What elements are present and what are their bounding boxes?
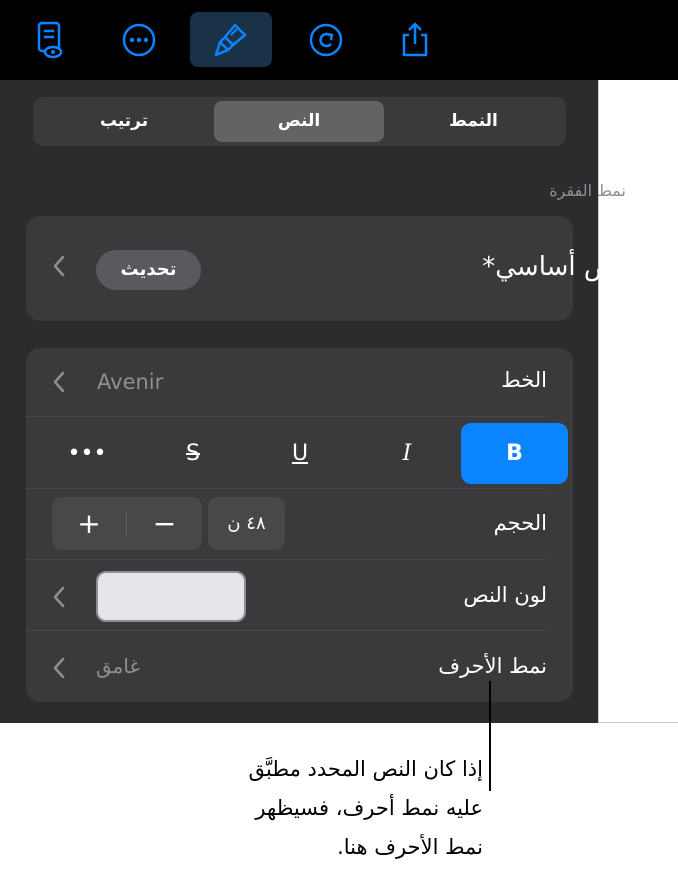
callout-line xyxy=(489,681,491,791)
share-icon[interactable] xyxy=(374,12,456,67)
character-style-label: نمط الأحرف xyxy=(438,654,547,678)
size-decrease-button[interactable]: − xyxy=(127,497,202,550)
font-label: الخط xyxy=(501,368,547,392)
underline-button[interactable]: U xyxy=(265,423,335,484)
chevron-left-icon[interactable] xyxy=(52,656,66,686)
divider xyxy=(26,559,547,560)
callout-line-1: إذا كان النص المحدد مطبَّق xyxy=(248,757,483,781)
italic-button[interactable]: I xyxy=(372,423,442,484)
bold-button[interactable]: B xyxy=(461,423,568,484)
size-increase-button[interactable]: + xyxy=(52,497,126,550)
character-style-value[interactable]: غامق xyxy=(96,654,140,678)
document-canvas-edge xyxy=(598,80,678,723)
tab-arrange[interactable]: ترتيب xyxy=(37,101,211,142)
text-color-swatch[interactable] xyxy=(96,571,246,622)
update-style-button[interactable]: تحديث xyxy=(96,250,201,290)
size-stepper: + − xyxy=(52,497,202,550)
text-color-label: لون النص xyxy=(463,583,547,607)
chevron-left-icon[interactable] xyxy=(52,370,66,400)
chevron-left-icon[interactable] xyxy=(52,585,66,615)
strikethrough-button[interactable]: S xyxy=(158,423,228,484)
format-tabs: النمط النص ترتيب xyxy=(33,97,566,146)
format-brush-icon[interactable] xyxy=(190,12,272,67)
paragraph-style-heading: نمط الفقرة xyxy=(549,181,626,200)
divider xyxy=(26,416,547,417)
callout-line-2: عليه نمط أحرف، فسيظهر xyxy=(255,796,483,820)
toolbar xyxy=(0,0,678,80)
callout-text: إذا كان النص المحدد مطبَّق عليه نمط أحرف… xyxy=(163,750,483,867)
tab-style[interactable]: النمط xyxy=(385,101,562,142)
undo-icon[interactable] xyxy=(285,12,367,67)
divider xyxy=(26,630,547,631)
font-size-value[interactable]: ٤٨ ن xyxy=(208,497,285,550)
more-icon[interactable] xyxy=(98,12,180,67)
divider xyxy=(26,488,547,489)
paragraph-style-name: نص أساسي* xyxy=(482,252,623,282)
more-text-options-button[interactable]: ••• xyxy=(52,423,122,484)
callout-line-3: نمط الأحرف هنا. xyxy=(337,835,483,859)
size-label: الحجم xyxy=(493,511,547,535)
chevron-left-icon xyxy=(52,254,66,284)
reading-view-icon[interactable] xyxy=(8,12,90,67)
tab-text[interactable]: النص xyxy=(214,101,384,142)
font-value[interactable]: Avenir xyxy=(97,370,163,394)
